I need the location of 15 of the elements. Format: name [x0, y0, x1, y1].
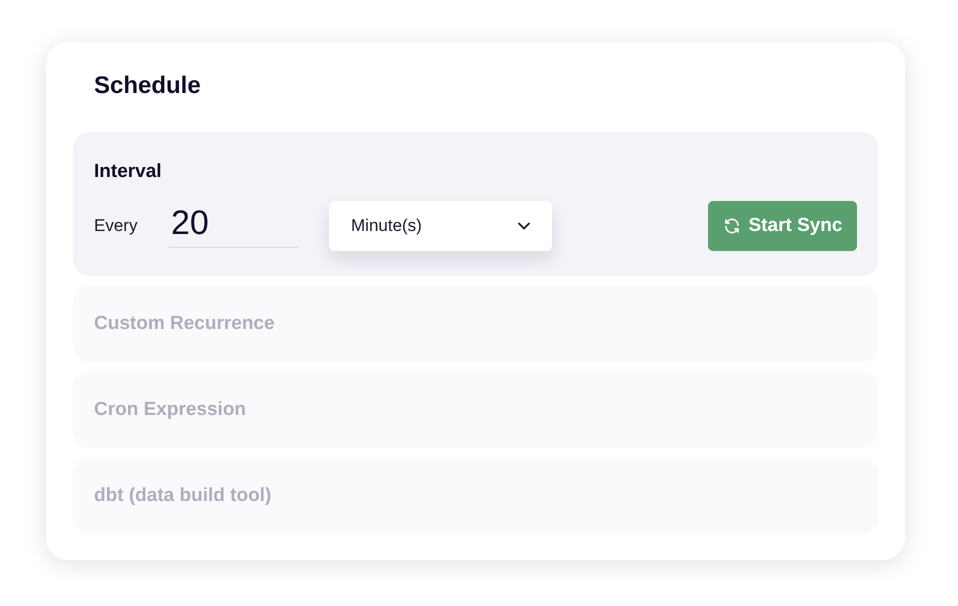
unit-dropdown[interactable]: Minute(s): [329, 201, 552, 251]
start-sync-button[interactable]: Start Sync: [708, 201, 857, 251]
interval-input[interactable]: 20: [169, 204, 299, 248]
option-label: Interval: [94, 161, 162, 182]
option-label: dbt (data build tool): [94, 485, 272, 506]
schedule-option[interactable]: Custom Recurrence: [73, 285, 878, 362]
schedule-option[interactable]: dbt (data build tool): [73, 457, 878, 534]
schedule-option[interactable]: Cron Expression: [73, 371, 878, 448]
chevron-down-icon: [518, 222, 530, 230]
every-label: Every: [94, 216, 138, 236]
option-label: Cron Expression: [94, 399, 246, 420]
option-label: Custom Recurrence: [94, 313, 275, 334]
schedule-option[interactable]: Interval Every 20 Minute(s) Start Sync: [73, 132, 878, 276]
refresh-icon: [722, 217, 740, 235]
card-title: Schedule: [93, 72, 202, 101]
